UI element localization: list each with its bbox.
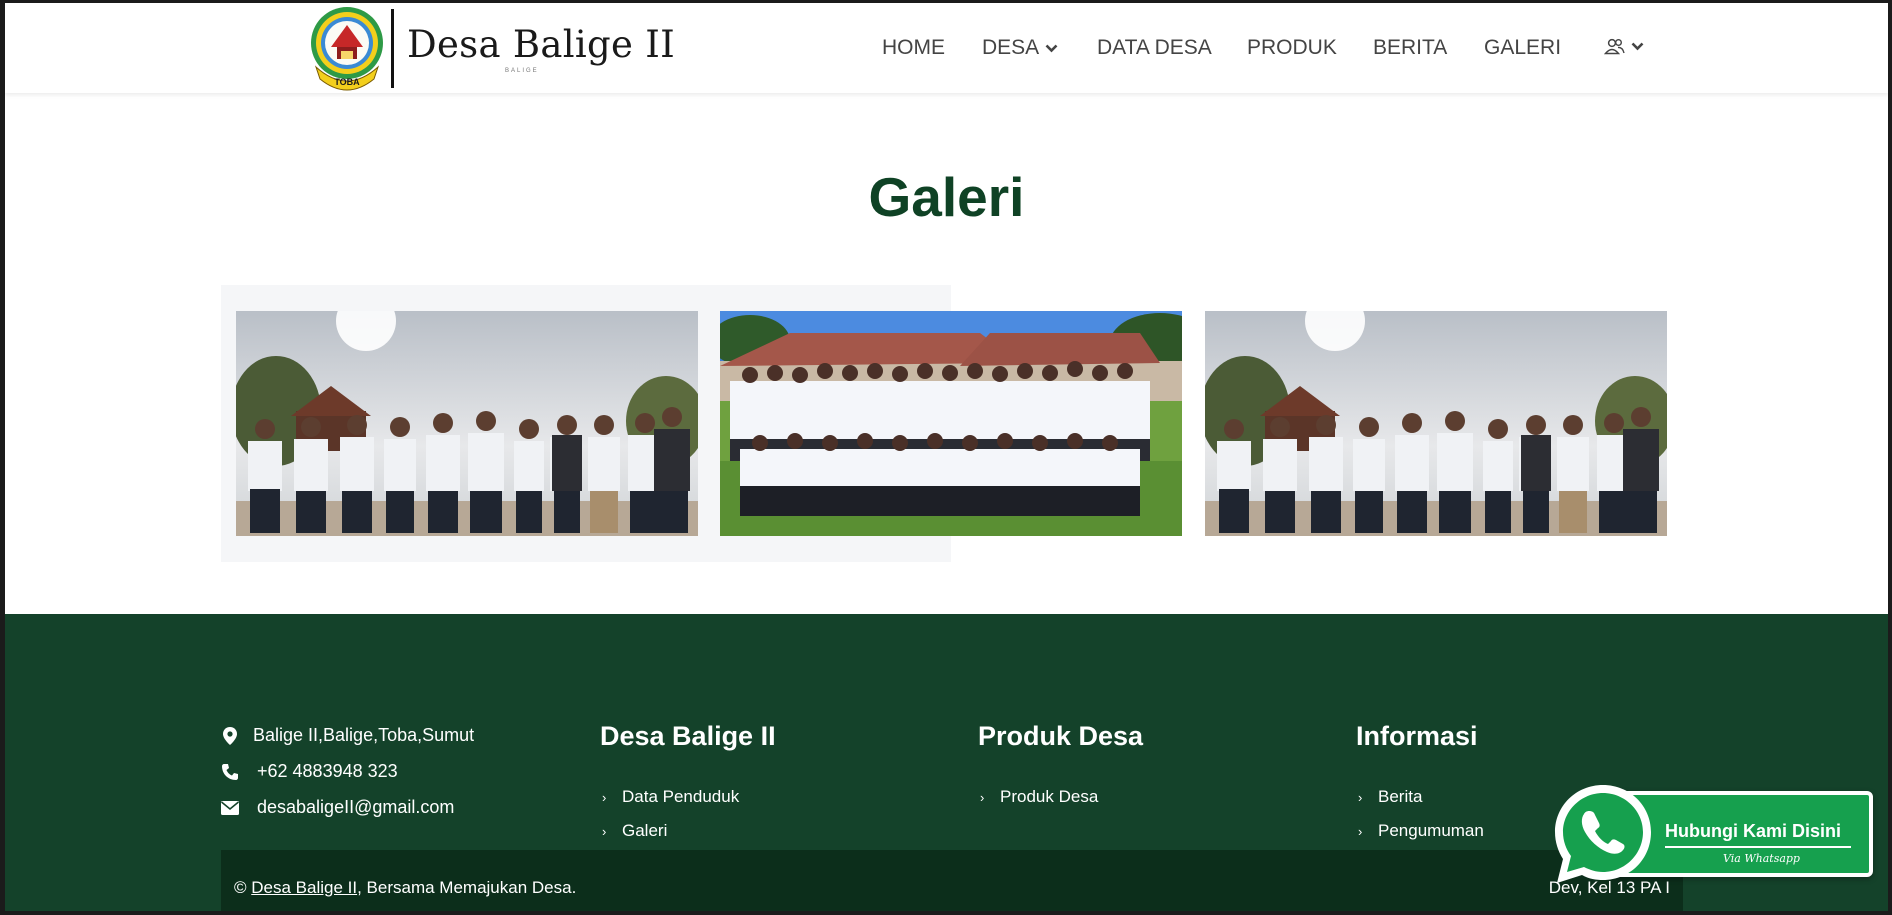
footer-bottom-bar: © Desa Balige II, Bersama Memajukan Desa…: [221, 850, 1683, 911]
footer-link-galeri[interactable]: › Galeri: [602, 821, 667, 841]
chevron-down-icon: [1631, 42, 1644, 51]
nav-produk[interactable]: PRODUK: [1247, 36, 1337, 60]
footer-link-label: Data Penduduk: [622, 787, 740, 806]
footer-email-text[interactable]: desabaligeII@gmail.com: [257, 797, 454, 818]
footer-link-label: Galeri: [622, 821, 668, 840]
whatsapp-sublabel: Via Whatsapp: [1723, 852, 1800, 865]
footer-phone-text: +62 4883948 323: [257, 761, 398, 781]
nav-produk-label: PRODUK: [1247, 36, 1337, 59]
gallery-photo[interactable]: [1205, 311, 1667, 536]
map-pin-icon: [221, 726, 239, 745]
footer-product-title: Produk Desa: [978, 721, 1144, 751]
chevron-right-icon: ›: [602, 789, 607, 805]
main-nav: HOME DESA DATA DESA PRODUK BERITA GALERI: [5, 36, 1888, 62]
group-photo-crowd: [720, 311, 1182, 536]
whatsapp-icon: [1555, 785, 1651, 883]
users-icon: [1604, 38, 1625, 55]
copyright-symbol: ©: [234, 878, 247, 897]
nav-galeri-label: GALERI: [1484, 36, 1562, 59]
footer-info-title: Informasi: [1356, 721, 1478, 751]
footer-link-label: Berita: [1378, 787, 1423, 806]
nav-galeri[interactable]: GALERI: [1484, 36, 1561, 60]
footer-link-data-penduduk[interactable]: › Data Penduduk: [602, 787, 739, 807]
footer-link-pengumuman[interactable]: › Pengumuman: [1358, 821, 1484, 841]
nav-desa[interactable]: DESA: [982, 36, 1058, 60]
browser-viewport: TOBA Desa Balige II BALIGE HOME DESA DAT…: [5, 3, 1888, 911]
gallery-photo[interactable]: [720, 311, 1182, 536]
footer-link-berita[interactable]: › Berita: [1358, 787, 1422, 807]
gallery-photo[interactable]: [236, 311, 698, 536]
footer-village-title: Desa Balige II: [600, 721, 776, 751]
envelope-icon: [221, 799, 239, 817]
footer-address: Balige II,Balige,Toba,Sumut: [221, 725, 474, 746]
chevron-right-icon: ›: [1358, 823, 1363, 839]
group-photo-standing: [1205, 311, 1667, 536]
copyright-text: , Bersama Memajukan Desa.: [357, 878, 577, 897]
chevron-right-icon: ›: [980, 789, 985, 805]
chevron-right-icon: ›: [602, 823, 607, 839]
nav-home-label: HOME: [882, 36, 945, 59]
footer-link-label: Produk Desa: [1000, 787, 1099, 806]
whatsapp-underline: [1665, 846, 1851, 848]
footer-email: desabaligeII@gmail.com: [221, 797, 454, 818]
nav-berita[interactable]: BERITA: [1373, 36, 1447, 60]
copyright: © Desa Balige II, Bersama Memajukan Desa…: [234, 878, 576, 898]
page-title: Galeri: [868, 166, 1025, 228]
site-header: TOBA Desa Balige II BALIGE HOME DESA DAT…: [5, 3, 1888, 93]
footer-link-label: Pengumuman: [1378, 821, 1484, 840]
site-tagline: BALIGE: [505, 68, 539, 74]
footer-phone: +62 4883948 323: [221, 761, 398, 782]
nav-home[interactable]: HOME: [882, 36, 945, 60]
nav-user-menu[interactable]: [1598, 38, 1644, 55]
nav-desa-label: DESA: [982, 36, 1040, 59]
nav-data-desa-label: DATA DESA: [1097, 36, 1212, 59]
nav-berita-label: BERITA: [1373, 36, 1448, 59]
copyright-site-link[interactable]: Desa Balige II: [251, 878, 357, 897]
chevron-down-icon: [1045, 44, 1058, 52]
nav-data-desa[interactable]: DATA DESA: [1097, 36, 1212, 60]
chevron-right-icon: ›: [1358, 789, 1363, 805]
emblem-text: TOBA: [334, 77, 360, 87]
whatsapp-label: Hubungi Kami Disini: [1665, 821, 1842, 841]
footer-address-text: Balige II,Balige,Toba,Sumut: [253, 725, 475, 745]
whatsapp-contact-button[interactable]: Hubungi Kami Disini Via Whatsapp: [1549, 781, 1877, 887]
footer-link-produk-desa[interactable]: › Produk Desa: [980, 787, 1098, 807]
group-photo-standing: [236, 311, 698, 536]
phone-icon: [221, 763, 239, 781]
